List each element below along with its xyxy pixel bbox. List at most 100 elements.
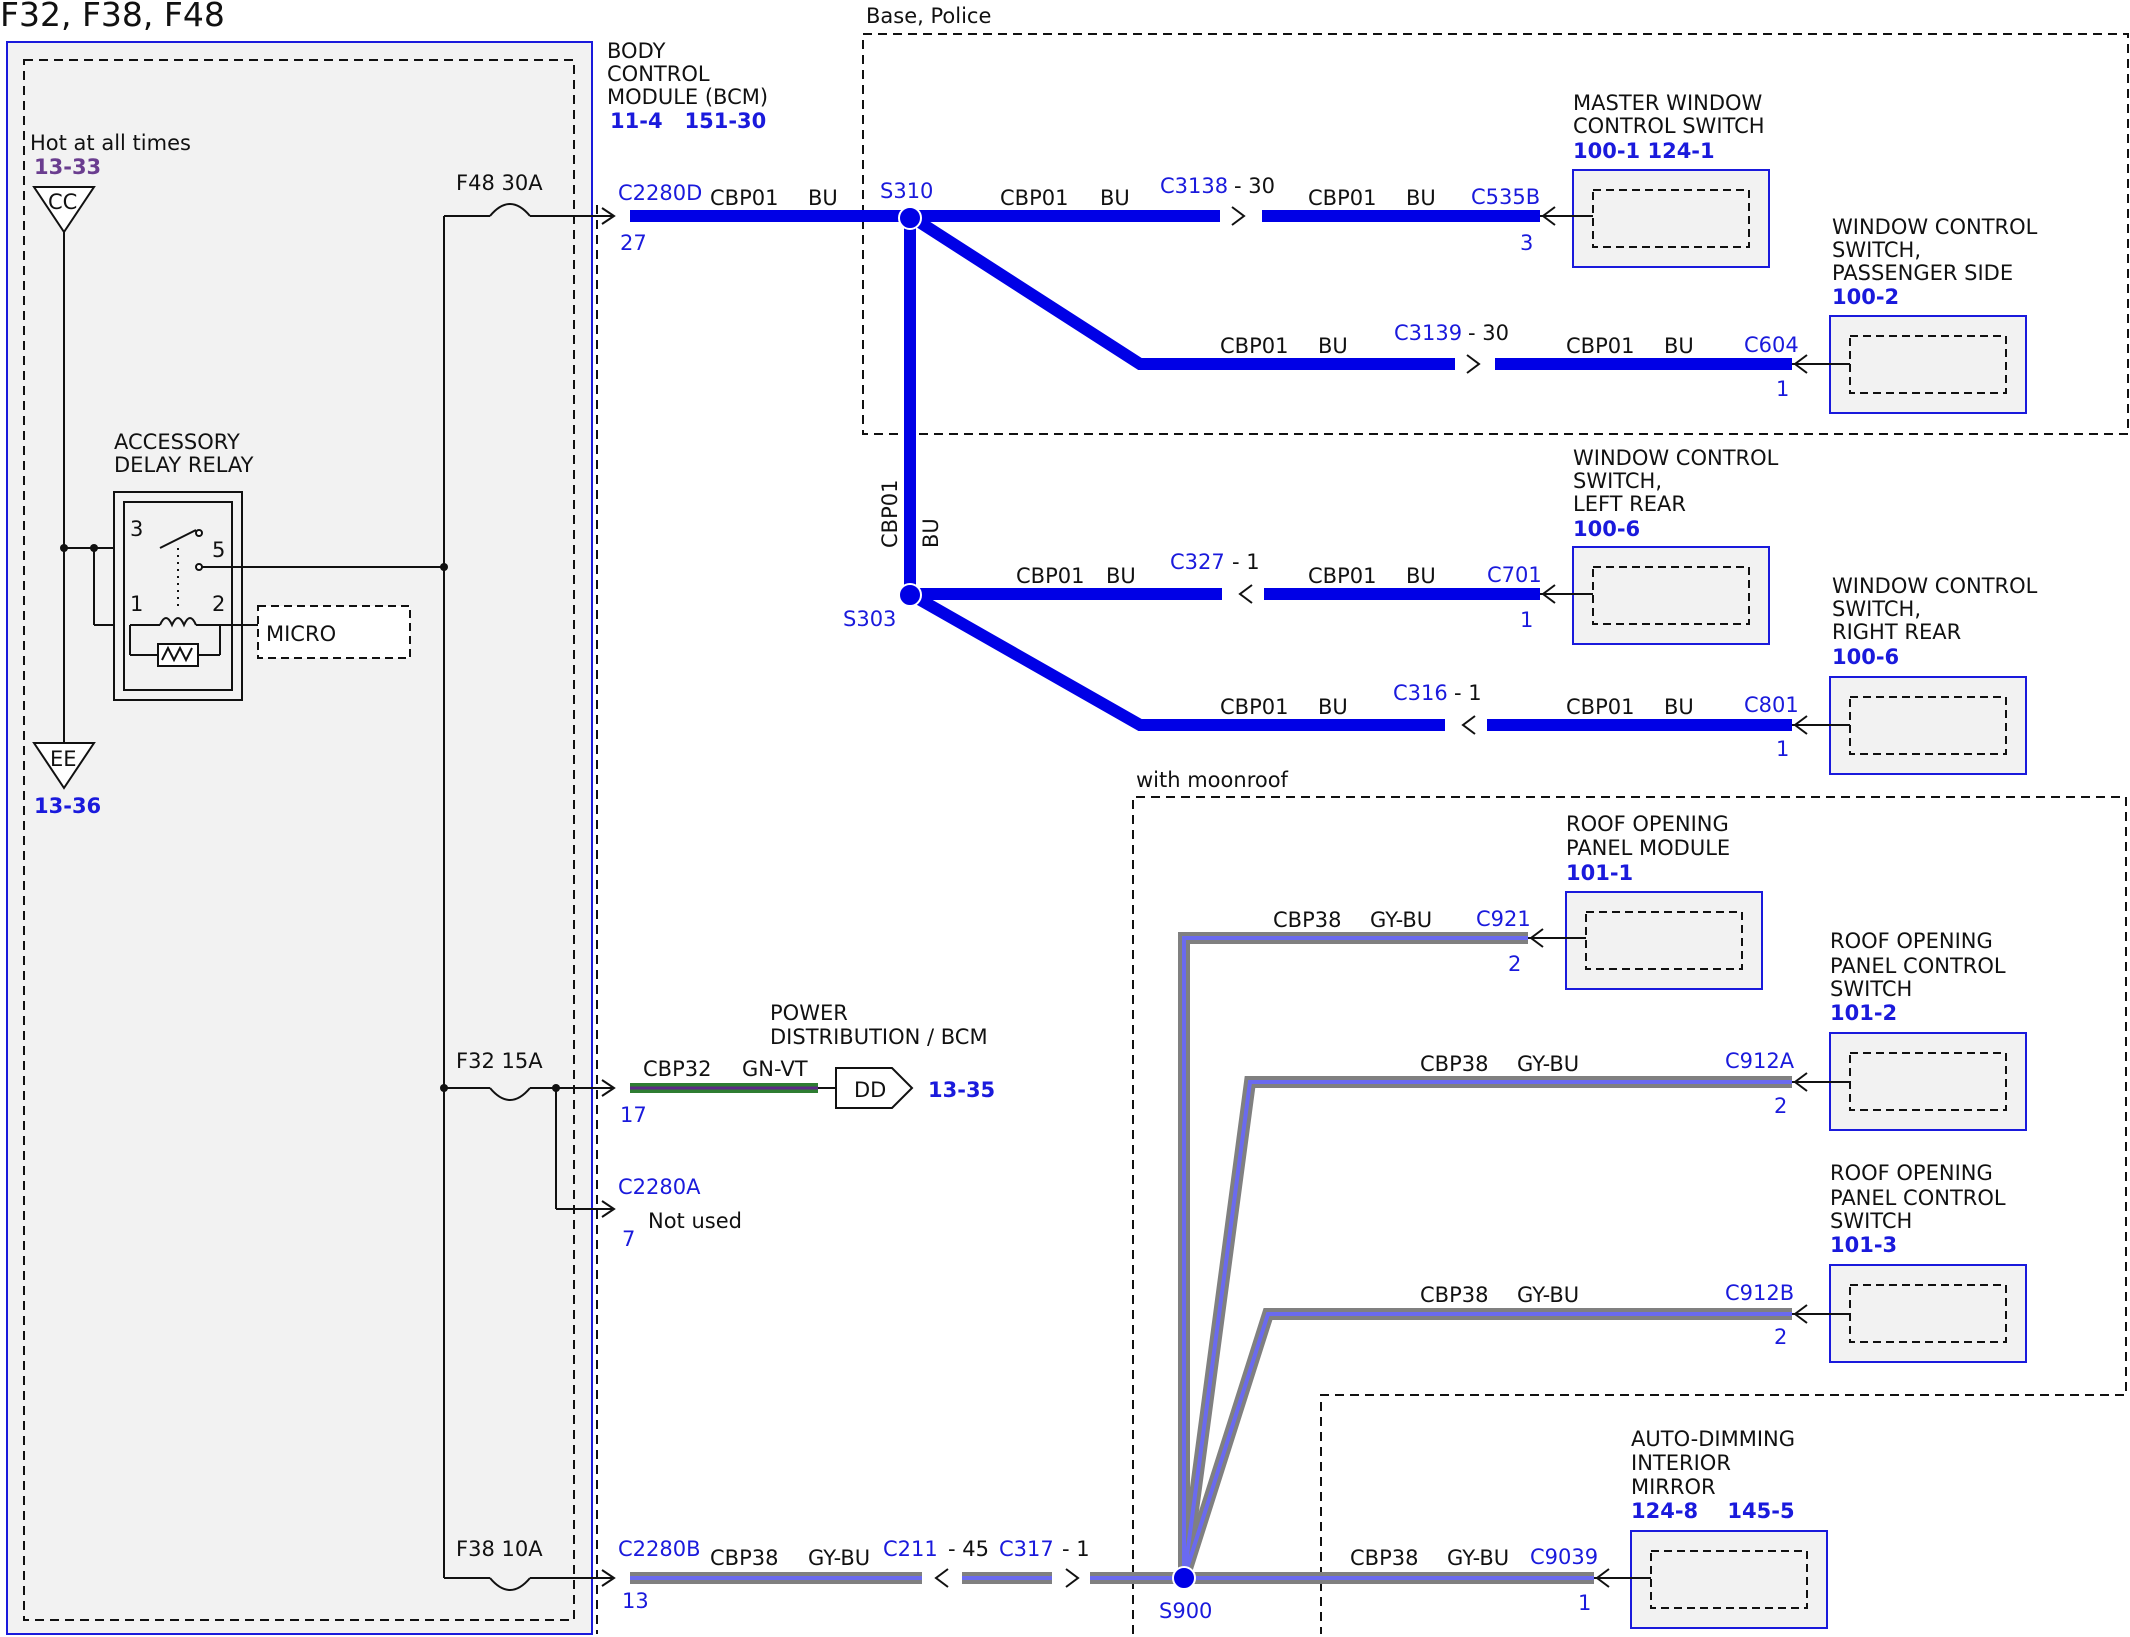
module-pin: 2 [1774,1094,1787,1118]
bcm-ref-link[interactable]: 11-4 151-30 [610,109,766,133]
wire-color: BU [919,518,943,548]
module-title: WINDOW CONTROL [1573,446,1779,470]
conn-c912a: C912A [1725,1049,1795,1073]
module-ref-link[interactable]: 101-2 [1830,1001,1897,1025]
pin-17: 17 [620,1103,647,1127]
conn-c701: C701 [1487,563,1542,587]
module-title: SWITCH [1830,977,1912,1001]
module-title: ROOF OPENING [1830,929,1993,953]
splice-s310-label: S310 [880,179,933,203]
wire-label: CBP01 [1566,334,1634,358]
wire-label: CBP38 [1273,908,1341,932]
region-moonroof-label: with moonroof [1136,768,1289,792]
module-title: ROOF OPENING [1566,812,1729,836]
connector-arrow-icon [1461,715,1476,735]
module-ref-link[interactable]: 100-1 124-1 [1573,139,1715,163]
module-title: PANEL MODULE [1566,836,1730,860]
vertical-wire-color: BU [919,518,943,548]
module-title: INTERIOR [1631,1451,1731,1475]
roof-panel-switch-module [1829,1032,2027,1131]
master-window-switch-module [1572,169,1770,268]
hot-ref-link[interactable]: 13-33 [34,155,101,179]
roof-opening-panel-module [1565,891,1763,990]
ee-ref-link[interactable]: 13-36 [34,794,101,818]
conn-c317: C317 [999,1537,1054,1561]
connector-arrow-icon [1238,584,1253,604]
relay-pin-2: 2 [212,592,225,616]
bcm-title-line3: MODULE (BCM) [607,85,768,109]
splice-s310-icon [898,206,922,230]
wire-cbp01 [906,210,1455,370]
connector-arrow-icon [1065,1568,1080,1588]
wire-label: CBP01 [1308,186,1376,210]
conn-c316: C316 [1393,681,1448,705]
wire-color: GY-BU [1517,1283,1579,1307]
wire-label: CBP01 [1000,186,1068,210]
vertical-wire-label: CBP01 [878,480,902,548]
conn-c211: C211 [883,1537,938,1561]
wire-label: CBP32 [643,1057,711,1081]
module-ref-link[interactable]: 100-6 [1573,517,1640,541]
module-title: LEFT REAR [1573,492,1686,516]
module-ref-link[interactable]: 101-1 [1566,861,1633,885]
module-title: SWITCH [1830,1209,1912,1233]
conn-c2280b: C2280B [618,1537,701,1561]
relay-title-line1: ACCESSORY [114,430,240,454]
roof-panel-switch-module [1829,1264,2027,1363]
splice-s900-label: S900 [1159,1599,1212,1623]
wire-color: BU [1100,186,1130,210]
window-switch-passenger-module [1829,315,2027,414]
module-ref-link[interactable]: 100-2 [1832,285,1899,309]
conn-c316-pin: - 1 [1454,681,1482,705]
conn-c317-pin: - 1 [1062,1537,1090,1561]
module-title: AUTO-DIMMING [1631,1427,1795,1451]
connector-arrow-icon [1231,206,1246,226]
module-pin: 2 [1774,1325,1787,1349]
module-pin: 2 [1508,952,1521,976]
relay-pin-1: 1 [130,592,143,616]
connector-arrow-icon [934,1568,949,1588]
wire-label: CBP01 [710,186,778,210]
wire-label: CBP01 [1566,695,1634,719]
wire-color: BU [1664,334,1694,358]
conn-c801: C801 [1744,693,1799,717]
micro-label: MICRO [266,622,336,646]
wiring-diagram: F32, F38, F48 Hot at all times 13-33 CC … [0,0,2130,1637]
module-title: ROOF OPENING [1830,1161,1993,1185]
wire-color: BU [1106,564,1136,588]
wire-color: BU [1318,695,1348,719]
pin-27: 27 [620,231,647,255]
module-title: PASSENGER SIDE [1832,261,2013,285]
window-switch-left-rear-module [1572,546,1770,645]
cc-label: CC [48,190,77,214]
dd-ref-link[interactable]: 13-35 [928,1078,995,1102]
module-ref-link[interactable]: 124-8 145-5 [1631,1499,1795,1523]
module-ref-link[interactable]: 100-6 [1832,645,1899,669]
module-pin: 3 [1520,231,1533,255]
bcm-module-frame [6,41,593,1635]
module-title: PANEL CONTROL [1830,954,2006,978]
conn-c3138: C3138 [1160,174,1228,198]
power-dist-line2: DISTRIBUTION / BCM [770,1025,988,1049]
wire-label: CBP38 [710,1546,778,1570]
conn-c3139: C3139 [1394,321,1462,345]
conn-c912b: C912B [1725,1281,1794,1305]
module-ref-link[interactable]: 101-3 [1830,1233,1897,1257]
relay-pin-5: 5 [212,538,225,562]
bcm-title-line1: BODY [607,39,666,63]
wire-cbp01 [907,588,1445,731]
fuse-f48-label: F48 30A [456,171,543,195]
relay-contact [195,529,203,537]
wire-color: GY-BU [808,1546,870,1570]
wire-color: BU [1406,564,1436,588]
wire-color: BU [1318,334,1348,358]
fuse-f32-label: F32 15A [456,1049,543,1073]
splice-s303-label: S303 [843,607,896,631]
conn-c604: C604 [1744,333,1799,357]
wire-label: CBP38 [1420,1052,1488,1076]
conn-c9039: C9039 [1530,1545,1598,1569]
relay-title-line2: DELAY RELAY [114,453,254,477]
wire-label: CBP38 [1420,1283,1488,1307]
wire-color: BU [1664,695,1694,719]
region-base-police-label: Base, Police [866,4,991,28]
